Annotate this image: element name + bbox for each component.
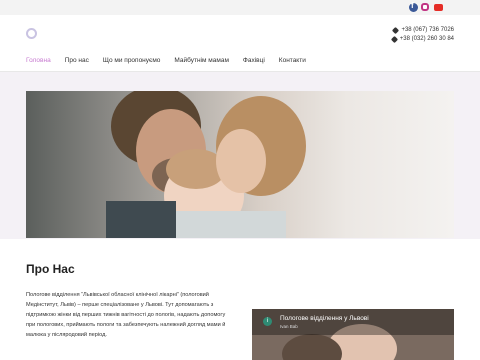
main-nav: Головна Про нас Що ми пропонуємо Майбутн…: [26, 57, 320, 64]
nav-specialists[interactable]: Фахівці: [243, 57, 265, 64]
nav-services[interactable]: Що ми пропонуємо: [103, 57, 161, 64]
phone-row[interactable]: +38 (067) 736 7026: [392, 26, 454, 35]
logo[interactable]: [26, 28, 37, 39]
phone-icon: [390, 35, 398, 44]
nav-about[interactable]: Про нас: [65, 57, 89, 64]
facebook-icon[interactable]: [409, 1, 418, 12]
nav-future-moms[interactable]: Майбутнім мамам: [174, 57, 229, 64]
phone-number-2[interactable]: +38 (032) 260 30 84: [400, 35, 454, 44]
top-bar: [0, 0, 480, 15]
video-player[interactable]: i Пологове відділення у Львові Ivan Bab: [252, 309, 454, 360]
nav-home[interactable]: Головна: [26, 57, 51, 64]
nav-contacts[interactable]: Контакти: [279, 57, 306, 64]
instagram-icon[interactable]: [421, 3, 429, 11]
channel-avatar[interactable]: i: [263, 317, 272, 326]
phone-row[interactable]: +38 (032) 260 30 84: [390, 35, 454, 44]
video-title[interactable]: Пологове відділення у Львові: [280, 315, 369, 322]
phone-list: +38 (067) 736 7026 +38 (032) 260 30 84: [390, 26, 454, 44]
about-section: Про Нас Пологове відділення “Львівської …: [26, 262, 236, 340]
about-text: Пологове відділення “Львівської обласної…: [26, 292, 226, 338]
youtube-icon[interactable]: [434, 4, 443, 11]
video-channel[interactable]: Ivan Bab: [280, 324, 298, 329]
phone-icon: [392, 26, 400, 35]
about-title: Про Нас: [26, 262, 75, 276]
family-photo: [106, 91, 306, 238]
hero-image: [26, 91, 454, 238]
phone-number-1[interactable]: +38 (067) 736 7026: [401, 26, 454, 35]
